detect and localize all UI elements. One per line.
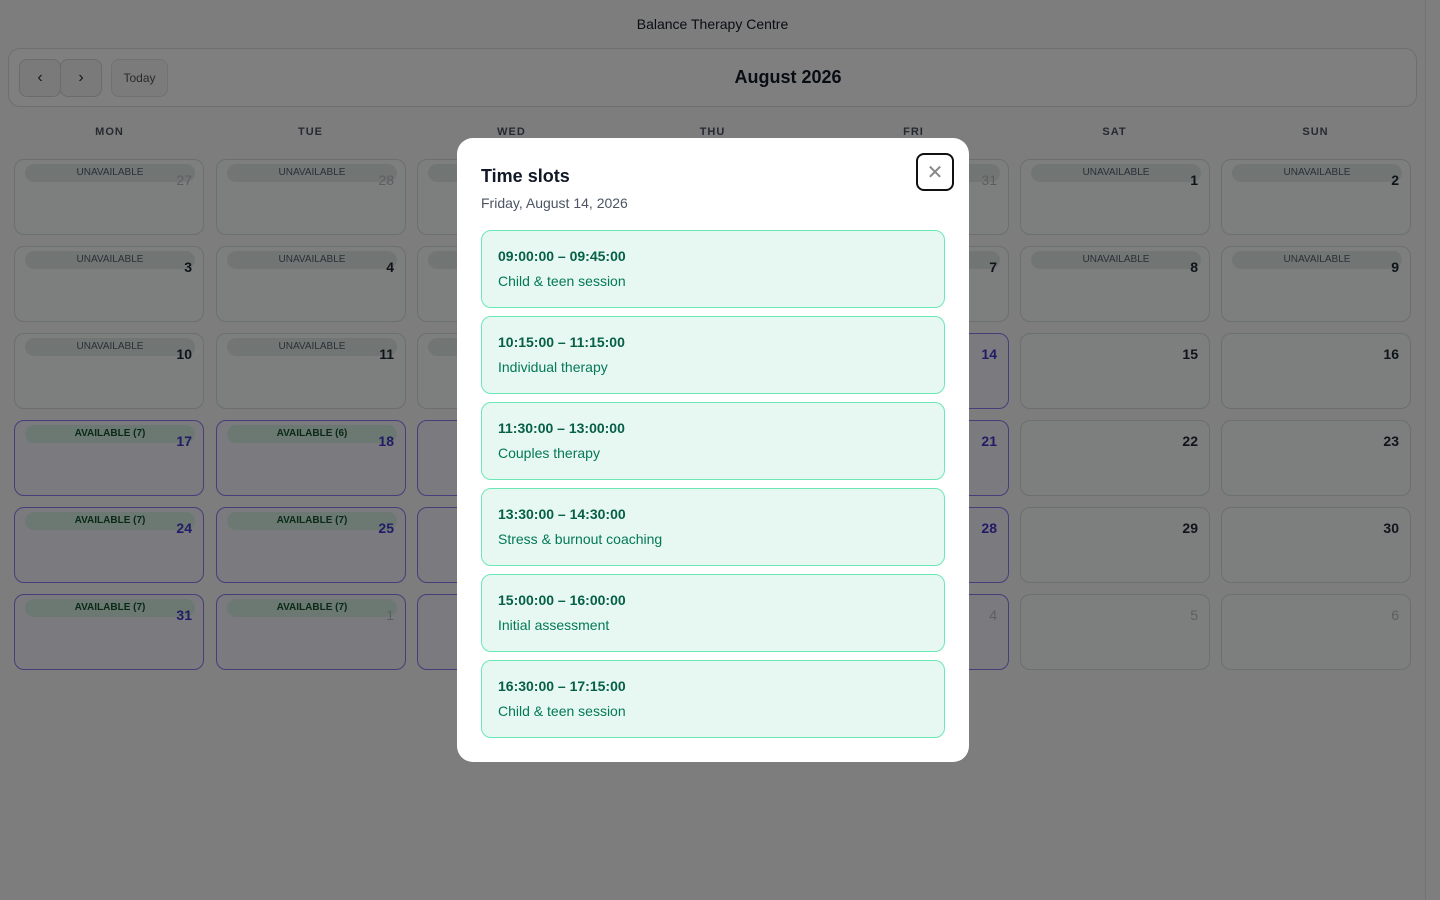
time-slots-dialog: Time slots Friday, August 14, 2026 ✕ 09:… <box>457 138 969 762</box>
time-slot[interactable]: 09:00:00 – 09:45:00 Child & teen session <box>481 230 945 308</box>
slot-session-type: Couples therapy <box>498 445 600 461</box>
dialog-title: Time slots <box>481 166 570 186</box>
slot-session-type: Child & teen session <box>498 703 626 719</box>
time-slot[interactable]: 16:30:00 – 17:15:00 Child & teen session <box>481 660 945 738</box>
time-slot[interactable]: 11:30:00 – 13:00:00 Couples therapy <box>481 402 945 480</box>
time-slot[interactable]: 15:00:00 – 16:00:00 Initial assessment <box>481 574 945 652</box>
slot-time: 13:30:00 – 14:30:00 <box>498 506 626 522</box>
time-slot[interactable]: 13:30:00 – 14:30:00 Stress & burnout coa… <box>481 488 945 566</box>
slot-session-type: Stress & burnout coaching <box>498 531 663 547</box>
close-icon: ✕ <box>926 161 944 184</box>
slot-session-type: Initial assessment <box>498 617 610 633</box>
slot-session-type: Individual therapy <box>498 359 608 375</box>
close-button[interactable]: ✕ <box>916 153 954 191</box>
slot-session-type: Child & teen session <box>498 273 626 289</box>
time-slot[interactable]: 10:15:00 – 11:15:00 Individual therapy <box>481 316 945 394</box>
dialog-date: Friday, August 14, 2026 <box>481 195 628 211</box>
slot-time: 16:30:00 – 17:15:00 <box>498 678 626 694</box>
slot-time: 10:15:00 – 11:15:00 <box>498 334 625 350</box>
slot-time: 15:00:00 – 16:00:00 <box>498 592 626 608</box>
slot-time: 09:00:00 – 09:45:00 <box>498 248 626 264</box>
slot-time: 11:30:00 – 13:00:00 <box>498 420 625 436</box>
